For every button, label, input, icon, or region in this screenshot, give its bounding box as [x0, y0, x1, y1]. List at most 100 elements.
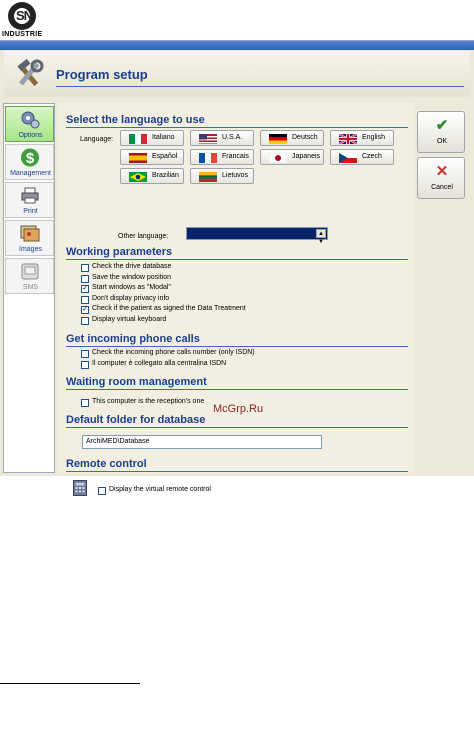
checkbox[interactable]: [81, 350, 89, 358]
section-title-language: Select the language to use: [66, 114, 205, 126]
language-name: U.S.A.: [222, 134, 243, 141]
window-header: Program setup: [4, 51, 470, 97]
sidebar-item-label: SMS: [22, 284, 39, 291]
checkbox-label: Check the incoming phone calls number (o…: [92, 349, 255, 356]
section-divider: [66, 346, 408, 347]
checkbox-label: Don't display privacy info: [92, 295, 170, 302]
section-title-phone: Get incoming phone calls: [66, 333, 200, 345]
language-button-usa[interactable]: U.S.A.: [190, 130, 254, 146]
chevron-down-icon[interactable]: ▲ ▼: [316, 229, 326, 245]
section-title-database: Default folder for database: [66, 414, 206, 426]
japan-flag-icon: [269, 153, 287, 163]
program-setup-window: Program setup Options $ Management Print…: [0, 40, 474, 496]
checkbox[interactable]: [81, 399, 89, 407]
sidebar-item-options[interactable]: Options: [5, 106, 54, 142]
calculator-icon: [73, 480, 87, 496]
page-title: Program setup: [56, 67, 148, 82]
watermark-text: McGrp.Ru: [213, 403, 264, 415]
czech-flag-icon: [339, 153, 357, 163]
language-button-english[interactable]: English: [330, 130, 394, 146]
checkbox[interactable]: [81, 296, 89, 304]
sidebar: Options $ Management Print Images SMS: [3, 103, 55, 473]
uk-flag-icon: [339, 134, 357, 144]
sidebar-item-label: Management: [10, 170, 51, 177]
checkbox-label: Save the window position: [92, 274, 171, 281]
ok-label: OK: [436, 138, 448, 145]
footnote-divider: [0, 683, 140, 684]
language-button-czech[interactable]: Czech: [330, 149, 394, 165]
checkbox-label: Start windows as "Modal": [92, 284, 171, 291]
section-divider: [66, 427, 408, 428]
brazil-flag-icon: [129, 172, 147, 182]
dollar-icon: $: [21, 148, 39, 167]
france-flag-icon: [199, 153, 217, 163]
checkbox-label: Check the drive database: [92, 263, 172, 270]
printer-icon: [21, 187, 39, 204]
section-divider: [66, 259, 408, 260]
language-button-deutsch[interactable]: Deutsch: [260, 130, 324, 146]
checkbox[interactable]: [81, 275, 89, 283]
other-language-label: Other language:: [118, 233, 169, 240]
window-titlebar[interactable]: [0, 41, 474, 50]
checkbox-label: Check if the patient as signed the Data …: [92, 305, 246, 312]
options-gears-icon: [21, 111, 40, 129]
lithuania-flag-icon: [199, 172, 217, 182]
section-title-waiting: Waiting room management: [66, 376, 207, 388]
language-button-espanol[interactable]: Español: [120, 149, 184, 165]
language-label: Language:: [80, 136, 114, 143]
checkbox-checked[interactable]: ✓: [81, 285, 89, 293]
title-underline: [56, 86, 464, 87]
checkbox[interactable]: [98, 487, 106, 495]
germany-flag-icon: [269, 134, 287, 144]
sidebar-item-label: Options: [18, 132, 43, 139]
options-panel: Select the language to use Language: Ita…: [58, 103, 414, 496]
ok-button[interactable]: ✔ OK: [417, 111, 465, 153]
language-name: Italiano: [152, 134, 175, 141]
sidebar-item-label: Images: [19, 246, 42, 253]
checkbox[interactable]: [81, 317, 89, 325]
svg-text:$: $: [26, 150, 35, 167]
section-divider: [66, 471, 408, 472]
language-name: Deutsch: [292, 134, 318, 141]
section-title-working: Working parameters: [66, 246, 173, 258]
sidebar-item-images[interactable]: Images: [5, 220, 54, 256]
close-icon: ✕: [435, 163, 449, 180]
cancel-label: Cancel: [431, 184, 453, 191]
section-divider: [66, 127, 408, 128]
database-folder-field[interactable]: ArchiMED\Database: [82, 435, 322, 449]
language-name: Lietuvos: [222, 172, 249, 179]
language-name: English: [362, 134, 385, 141]
checkbox-label: This computer is the reception's one: [92, 398, 205, 405]
language-button-francais[interactable]: Francais: [190, 149, 254, 165]
checkbox-checked[interactable]: ✓: [81, 306, 89, 314]
checkbox-label: Display the virtual remote control: [109, 486, 211, 493]
italy-flag-icon: [129, 134, 147, 144]
logo-mark: SN: [16, 8, 33, 23]
sidebar-item-sms[interactable]: SMS: [5, 258, 54, 294]
language-name: Español: [152, 153, 178, 160]
usa-flag-icon: [199, 134, 217, 144]
logo-brand: INDUSTRIE: [2, 31, 43, 38]
sidebar-item-print[interactable]: Print: [5, 182, 54, 218]
cancel-button[interactable]: ✕ Cancel: [417, 157, 465, 199]
images-icon: [20, 225, 40, 242]
checkbox[interactable]: [81, 361, 89, 369]
language-button-japaneis[interactable]: Japaneis: [260, 149, 324, 165]
language-name: Japaneis: [292, 153, 321, 160]
spain-flag-icon: [129, 153, 147, 163]
sidebar-item-management[interactable]: $ Management: [5, 144, 54, 180]
checkbox-label: Il computer è collegato alla centralina …: [92, 360, 227, 367]
sidebar-item-label: Print: [23, 208, 38, 215]
language-name: Brazilian: [152, 172, 179, 179]
company-logo: SN INDUSTRIE: [2, 2, 48, 40]
language-name: Francais: [222, 153, 249, 160]
section-title-remote: Remote control: [66, 458, 147, 470]
language-button-italiano[interactable]: Italiano: [120, 130, 184, 146]
language-name: Czech: [362, 153, 382, 160]
checkbox[interactable]: [81, 264, 89, 272]
sms-icon: [21, 263, 39, 280]
language-button-brazilian[interactable]: Brazilian: [120, 168, 184, 184]
checkmark-icon: ✔: [435, 117, 449, 134]
language-button-lietuvos[interactable]: Lietuvos: [190, 168, 254, 184]
other-language-select[interactable]: ▲ ▼: [186, 227, 328, 245]
